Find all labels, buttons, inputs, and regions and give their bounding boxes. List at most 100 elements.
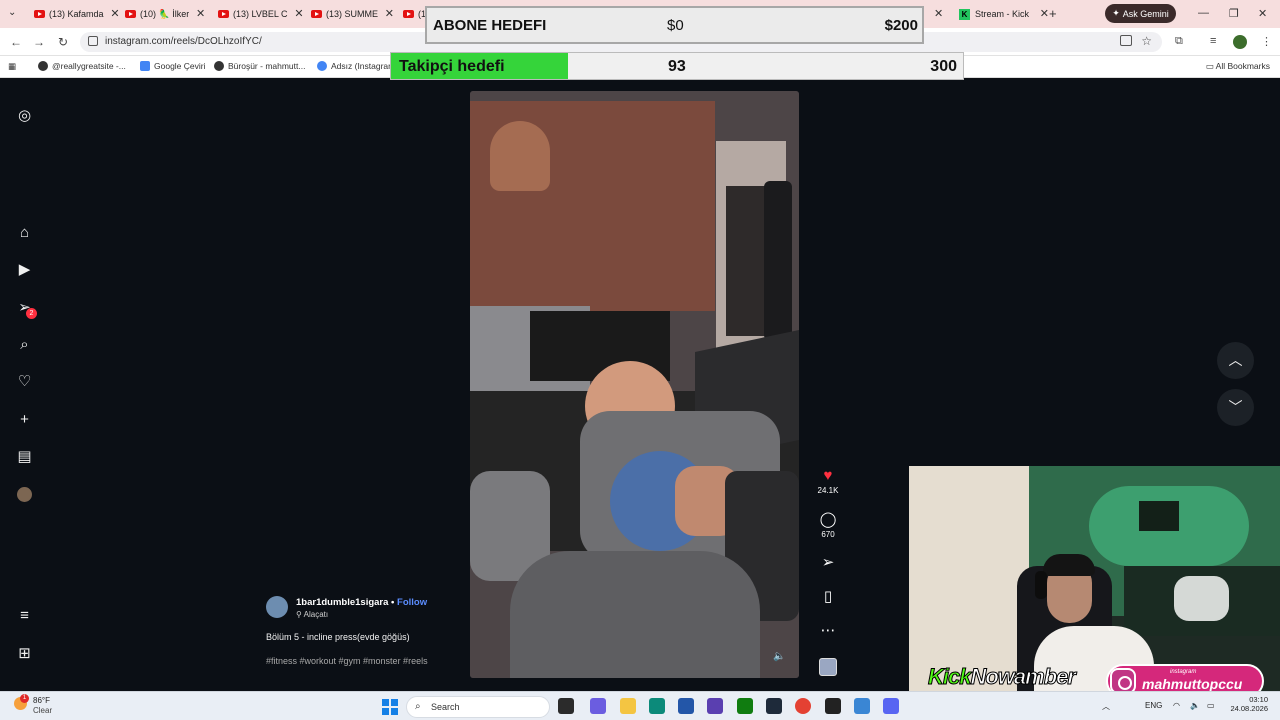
tab-search-icon[interactable]: ⌄ xyxy=(8,7,20,19)
reels-icon[interactable]: ▶ xyxy=(16,261,33,278)
mural-figure xyxy=(490,121,550,191)
kick-icon: K xyxy=(959,8,970,20)
browser-tab-active[interactable]: K Stream - Kick ✕ xyxy=(951,3,1049,25)
new-tab-icon[interactable]: + xyxy=(1049,6,1057,21)
close-tab-icon[interactable]: ✕ xyxy=(1040,7,1049,20)
follower-goal-current: 93 xyxy=(668,58,686,75)
reel-video[interactable]: 🔈 xyxy=(470,91,799,678)
forward-icon[interactable]: → xyxy=(33,35,45,49)
bookmark-item[interactable]: Adsız (Instagram xyxy=(317,61,395,71)
chrome-icon[interactable] xyxy=(795,698,811,714)
also-from-meta-icon[interactable]: ⊞ xyxy=(16,645,33,662)
browser-tab[interactable]: (13) Kafamda ✕ xyxy=(26,3,120,25)
browser-tab[interactable]: (1 xyxy=(395,3,426,25)
menu-icon[interactable]: ≡ xyxy=(16,607,33,624)
instagram-logo-icon[interactable]: ◎ xyxy=(16,107,33,124)
bookmark-item[interactable]: Google Çeviri xyxy=(140,61,206,71)
url-text[interactable]: instagram.com/reels/DcOLhzoIfYC/ xyxy=(105,36,262,47)
comment-button[interactable]: ◯ 670 xyxy=(812,510,844,539)
store-icon[interactable] xyxy=(678,698,694,714)
location-pin-icon: ⚲ xyxy=(296,610,304,619)
browser-tab[interactable]: (13) SUMME ✕ xyxy=(303,3,394,25)
back-icon[interactable]: ← xyxy=(10,35,22,49)
dashboard-icon[interactable]: ▤ xyxy=(16,448,33,465)
ask-gemini-button[interactable]: ✦ Ask Gemini xyxy=(1105,4,1176,23)
mute-icon[interactable]: 🔈 xyxy=(773,651,785,662)
screen: ⌄ (13) Kafamda ✕ (10) 🦜 İlker ✕ (13) LVBEL… xyxy=(0,0,1280,720)
obs-icon[interactable] xyxy=(825,698,841,714)
close-tab-icon[interactable]: ✕ xyxy=(385,7,394,20)
install-app-icon[interactable] xyxy=(1120,35,1132,46)
site-info-icon[interactable] xyxy=(88,36,98,46)
bookmark-icon: ▯ xyxy=(823,588,833,605)
minimize-icon[interactable]: — xyxy=(1198,7,1209,19)
folder-icon: ▭ xyxy=(1205,61,1216,71)
youtube-icon xyxy=(34,10,45,18)
taskbar-clock[interactable]: 03:10 24.08.2026 xyxy=(1228,695,1268,713)
author-username[interactable]: 1bar1dumble1sigara xyxy=(296,597,388,608)
app-icon[interactable] xyxy=(707,698,723,714)
language-indicator[interactable]: ENG xyxy=(1145,701,1162,710)
task-view-icon[interactable] xyxy=(558,698,574,714)
author-avatar[interactable] xyxy=(266,596,288,618)
follower-goal-overlay: Takipçi hedefi 93 300 xyxy=(390,52,964,80)
taskbar-search[interactable]: ⌕ Search xyxy=(406,696,550,718)
comment-icon: ◯ xyxy=(819,511,837,528)
xbox-icon[interactable] xyxy=(737,698,753,714)
more-menu-icon[interactable]: ⋮ xyxy=(1261,35,1272,48)
profile-avatar[interactable] xyxy=(17,487,32,502)
bookmark-star-icon[interactable]: ☆ xyxy=(1141,34,1152,48)
profile-avatar[interactable] xyxy=(1233,35,1247,49)
apps-icon[interactable]: ▦ xyxy=(8,61,16,72)
instagram-handle: mahmuttopccu xyxy=(1142,676,1243,692)
reload-icon[interactable]: ↻ xyxy=(58,35,68,49)
caption-text: Bölüm 5 - incline press(evde göğüs) xyxy=(266,632,410,642)
webcam-shelf xyxy=(1139,501,1179,531)
media-controls-icon[interactable]: ≡ xyxy=(1210,35,1216,47)
wifi-icon[interactable]: ◠ xyxy=(1173,701,1180,710)
battery-icon[interactable]: ▭ xyxy=(1207,701,1215,710)
sub-goal-label: ABONE HEDEFI xyxy=(433,17,547,34)
site-icon xyxy=(214,61,224,71)
edge-icon[interactable] xyxy=(649,698,665,714)
location[interactable]: ⚲ Alaçatı xyxy=(296,610,328,619)
bookmark-item[interactable]: @reallygreatsite -... xyxy=(38,61,126,71)
file-explorer-icon[interactable] xyxy=(620,698,636,714)
follow-button[interactable]: Follow xyxy=(397,597,427,608)
restore-icon[interactable]: ❐ xyxy=(1229,7,1239,20)
bookmark-item[interactable]: Büroşür - mahmutt... xyxy=(214,61,305,71)
notifications-icon[interactable]: ♡ xyxy=(16,373,33,390)
create-icon[interactable]: + xyxy=(16,411,33,428)
subscriber-goal-overlay: ABONE HEDEFI $0 $200 xyxy=(425,6,924,44)
tray-chevron-icon[interactable]: ︿ xyxy=(1102,701,1110,712)
app-icon[interactable] xyxy=(854,698,870,714)
save-button[interactable]: ▯ xyxy=(812,587,844,605)
sub-goal-target: $200 xyxy=(884,17,918,34)
home-icon[interactable]: ⌂ xyxy=(16,224,33,241)
all-bookmarks[interactable]: ▭ All Bookmarks xyxy=(1206,61,1270,72)
search-icon[interactable]: ⌕ xyxy=(16,336,33,353)
like-button[interactable]: ♥ 24.1K xyxy=(812,467,844,495)
browser-tab[interactable]: (13) LVBEL C ✕ xyxy=(210,3,304,25)
doorway-inner xyxy=(726,186,766,336)
browser-tab[interactable]: (10) 🦜 İlker ✕ xyxy=(117,3,205,25)
youtube-icon xyxy=(403,10,414,18)
audio-thumbnail[interactable] xyxy=(819,658,837,676)
discord-icon[interactable] xyxy=(883,698,899,714)
windows-start-icon[interactable] xyxy=(382,699,398,715)
more-options-button[interactable]: ⋯ xyxy=(812,621,844,639)
share-button[interactable]: ➢ xyxy=(812,553,844,571)
close-window-icon[interactable]: ✕ xyxy=(1258,7,1267,20)
instagram-sidebar: ◎ ⌂ ▶ ➢ 2 ⌕ ♡ + ▤ ≡ ⊞ xyxy=(0,79,48,691)
copilot-icon[interactable] xyxy=(590,698,606,714)
close-tab-icon[interactable]: ✕ xyxy=(934,7,943,20)
close-tab-icon[interactable]: ✕ xyxy=(196,7,205,20)
volume-icon[interactable]: 🔈 xyxy=(1190,701,1200,710)
extensions-icon[interactable]: ⧉ xyxy=(1175,35,1183,48)
sub-goal-current: $0 xyxy=(667,17,684,34)
webcam-cloth xyxy=(1174,576,1229,621)
previous-reel-button[interactable]: ︿ xyxy=(1217,342,1254,379)
next-reel-button[interactable]: ﹀ xyxy=(1217,389,1254,426)
hashtags[interactable]: #fitness #workout #gym #monster #reels xyxy=(266,656,428,666)
app-icon[interactable] xyxy=(766,698,782,714)
